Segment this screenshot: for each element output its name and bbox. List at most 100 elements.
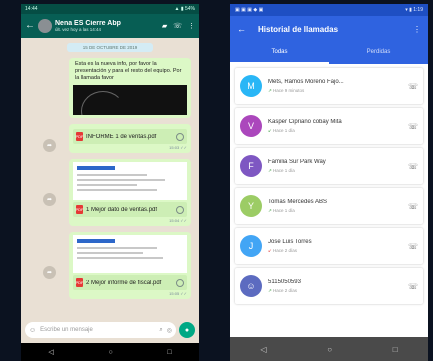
call-text: Jose Luis Torres ↙ Hace 2 días	[268, 239, 402, 254]
phone-call-icon[interactable]: ☏	[408, 202, 418, 211]
more-options-icon[interactable]: ⋮	[188, 22, 195, 30]
call-list-item[interactable]: ☺ 5115050593 ↗ Hace 2 días ☏	[235, 268, 423, 304]
nav-back-icon[interactable]: ◁	[48, 348, 53, 356]
document-preview[interactable]	[73, 235, 187, 273]
nav-home-icon[interactable]: ○	[108, 349, 112, 356]
back-arrow-icon[interactable]: ←	[25, 21, 35, 31]
message-meta: 15:04 ✓✓	[169, 218, 187, 223]
document-preview[interactable]	[73, 162, 187, 200]
contact-name: Familia Sur Park Way	[268, 158, 326, 165]
preview-line	[77, 179, 165, 181]
call-text: Kasper Cipriano cobay Mita ↙ Hace 1 día	[268, 119, 402, 134]
app-toolbar: ← Historial de llamadas ⋮	[230, 16, 428, 42]
call-detail: ↗ Hace 1 día	[268, 208, 402, 214]
call-list: M Mets, Ramos Moreno Fajo... ↗ Hace 9 minu…	[230, 64, 428, 337]
pdf-icon: PDF	[75, 205, 84, 214]
avatar[interactable]	[38, 19, 52, 33]
person-avatar-icon[interactable]: ☺	[240, 275, 262, 297]
whatsapp-screen: 14:44 ▲ ▮ 54% ← Nena ES Cierre Abp últ. …	[21, 4, 199, 361]
call-list-item[interactable]: V Kasper Cipriano cobay Mita ↙ Hace 1 día ☏	[235, 108, 423, 144]
phone-call-icon[interactable]: ☏	[408, 282, 418, 291]
message-placeholder[interactable]: Escribe un mensaje	[40, 327, 155, 333]
call-direction-icon: ↙	[268, 127, 272, 133]
status-notification-icons: ▣ ▣ ▣ ◆ ▣	[235, 7, 264, 13]
contact-avatar[interactable]: J	[240, 235, 262, 257]
message-bubble-doc-3[interactable]: ➦ PDF 2 Mejor informe de fiscal.pdf 15:0…	[43, 232, 191, 299]
call-list-item[interactable]: M Mets, Ramos Moreno Fajo... ↗ Hace 9 minu…	[235, 68, 423, 104]
call-list-item[interactable]: Y Tomas Mercedes ABS ↗ Hace 1 día ☏	[235, 188, 423, 224]
phone-call-icon[interactable]: ☏	[408, 82, 418, 91]
chat-body[interactable]: 15 DE OCTUBRE DE 2019 Esta es la nueva i…	[21, 38, 199, 316]
call-direction-icon: ↙	[268, 247, 272, 253]
download-icon[interactable]	[176, 278, 184, 287]
message-bubble-doc-1[interactable]: ➦ PDF INFORME 1 de ventas.pdf 15:03 ✓✓	[43, 124, 191, 153]
system-nav-bar: ◁ ○ □	[21, 343, 199, 361]
emoji-icon[interactable]: ☺	[29, 327, 36, 334]
contact-name: Kasper Cipriano cobay Mita	[268, 118, 342, 125]
forward-icon[interactable]: ➦	[43, 192, 56, 206]
status-icons: ▾ ▮ 1:19	[405, 7, 423, 13]
forward-icon[interactable]: ➦	[43, 138, 56, 152]
system-nav-bar: ◁ ○ □	[230, 337, 428, 361]
chat-header: ← Nena ES Cierre Abp últ. vez hoy a las …	[21, 14, 199, 38]
phone-call-icon[interactable]: ☏	[408, 242, 418, 251]
chat-title-block[interactable]: Nena ES Cierre Abp últ. vez hoy a las 14…	[55, 20, 159, 32]
message-text: Esta es la nueva info, por favor la pres…	[75, 61, 182, 81]
document-name: 2 Mejor informe de fiscal.pdf	[86, 279, 162, 286]
attach-icon[interactable]: ⌕	[159, 327, 162, 334]
document-row[interactable]: PDF 1 Mejor dato de ventas.pdf	[73, 202, 187, 217]
call-time: Hace 1 día	[273, 127, 295, 133]
contact-name: Nena ES Cierre Abp	[55, 20, 121, 27]
contact-avatar[interactable]: F	[240, 155, 262, 177]
call-direction-icon: ↗	[268, 207, 272, 213]
message-bubble-text[interactable]: Esta es la nueva info, por favor la pres…	[69, 58, 191, 118]
nav-back-icon[interactable]: ◁	[260, 345, 266, 354]
message-bubble-doc-2[interactable]: ➦ PDF 1 Mejor dato de ventas.pdf 15:04 ✓…	[43, 159, 191, 226]
call-list-item[interactable]: F Familia Sur Park Way ↗ Hace 1 día ☏	[235, 148, 423, 184]
call-list-item[interactable]: J Jose Luis Torres ↙ Hace 2 días ☏	[235, 228, 423, 264]
call-text: 5115050593 ↗ Hace 2 días	[268, 279, 402, 294]
pdf-icon: PDF	[75, 278, 84, 287]
phone-call-icon[interactable]: ☏	[173, 22, 182, 30]
call-detail: ↗ Hace 1 día	[268, 168, 402, 174]
contact-avatar[interactable]: Y	[240, 195, 262, 217]
date-chip: 15 DE OCTUBRE DE 2019	[67, 43, 153, 52]
call-time: Hace 2 días	[273, 247, 298, 253]
more-options-icon[interactable]: ⋮	[413, 25, 421, 34]
call-detail: ↙ Hace 1 día	[268, 128, 402, 134]
compose-bar: ☺ Escribe un mensaje ⌕ ◎ ●	[25, 321, 195, 339]
back-arrow-icon[interactable]: ←	[237, 24, 246, 34]
call-time: Hace 2 días	[273, 287, 298, 293]
download-icon[interactable]	[176, 132, 184, 141]
call-history-screen: ▣ ▣ ▣ ◆ ▣ ▾ ▮ 1:19 ← Historial de llamad…	[230, 4, 428, 361]
call-text: Tomas Mercedes ABS ↗ Hace 1 día	[268, 199, 402, 214]
preview-line	[77, 247, 157, 249]
download-icon[interactable]	[176, 205, 184, 214]
contact-avatar[interactable]: V	[240, 115, 262, 137]
camera-icon[interactable]: ◎	[167, 327, 172, 334]
forward-icon[interactable]: ➦	[43, 265, 56, 279]
call-time: Hace 1 día	[273, 207, 295, 213]
document-row[interactable]: PDF 2 Mejor informe de fiscal.pdf	[73, 275, 187, 290]
document-row[interactable]: PDF INFORME 1 de ventas.pdf	[73, 129, 187, 144]
phone-call-icon[interactable]: ☏	[408, 162, 418, 171]
tab-missed[interactable]: Perdidas	[329, 42, 428, 64]
preview-line	[77, 189, 157, 191]
contact-avatar[interactable]: M	[240, 75, 262, 97]
media-thumbnail[interactable]	[73, 85, 187, 115]
preview-line	[77, 174, 147, 176]
video-call-icon[interactable]: ▰	[162, 22, 167, 30]
preview-line	[77, 252, 143, 254]
tab-all[interactable]: Todas	[230, 42, 329, 64]
mic-icon[interactable]: ●	[179, 322, 195, 338]
call-detail: ↗ Hace 9 minutos	[268, 88, 402, 94]
nav-recent-icon[interactable]: □	[167, 349, 171, 356]
message-input[interactable]: ☺ Escribe un mensaje ⌕ ◎	[25, 322, 176, 338]
nav-home-icon[interactable]: ○	[327, 345, 332, 354]
call-detail: ↙ Hace 2 días	[268, 248, 402, 254]
phone-call-icon[interactable]: ☏	[408, 122, 418, 131]
media-graphic	[81, 91, 125, 115]
call-text: Familia Sur Park Way ↗ Hace 1 día	[268, 159, 402, 174]
call-direction-icon: ↗	[268, 167, 272, 173]
nav-recent-icon[interactable]: □	[393, 345, 398, 354]
